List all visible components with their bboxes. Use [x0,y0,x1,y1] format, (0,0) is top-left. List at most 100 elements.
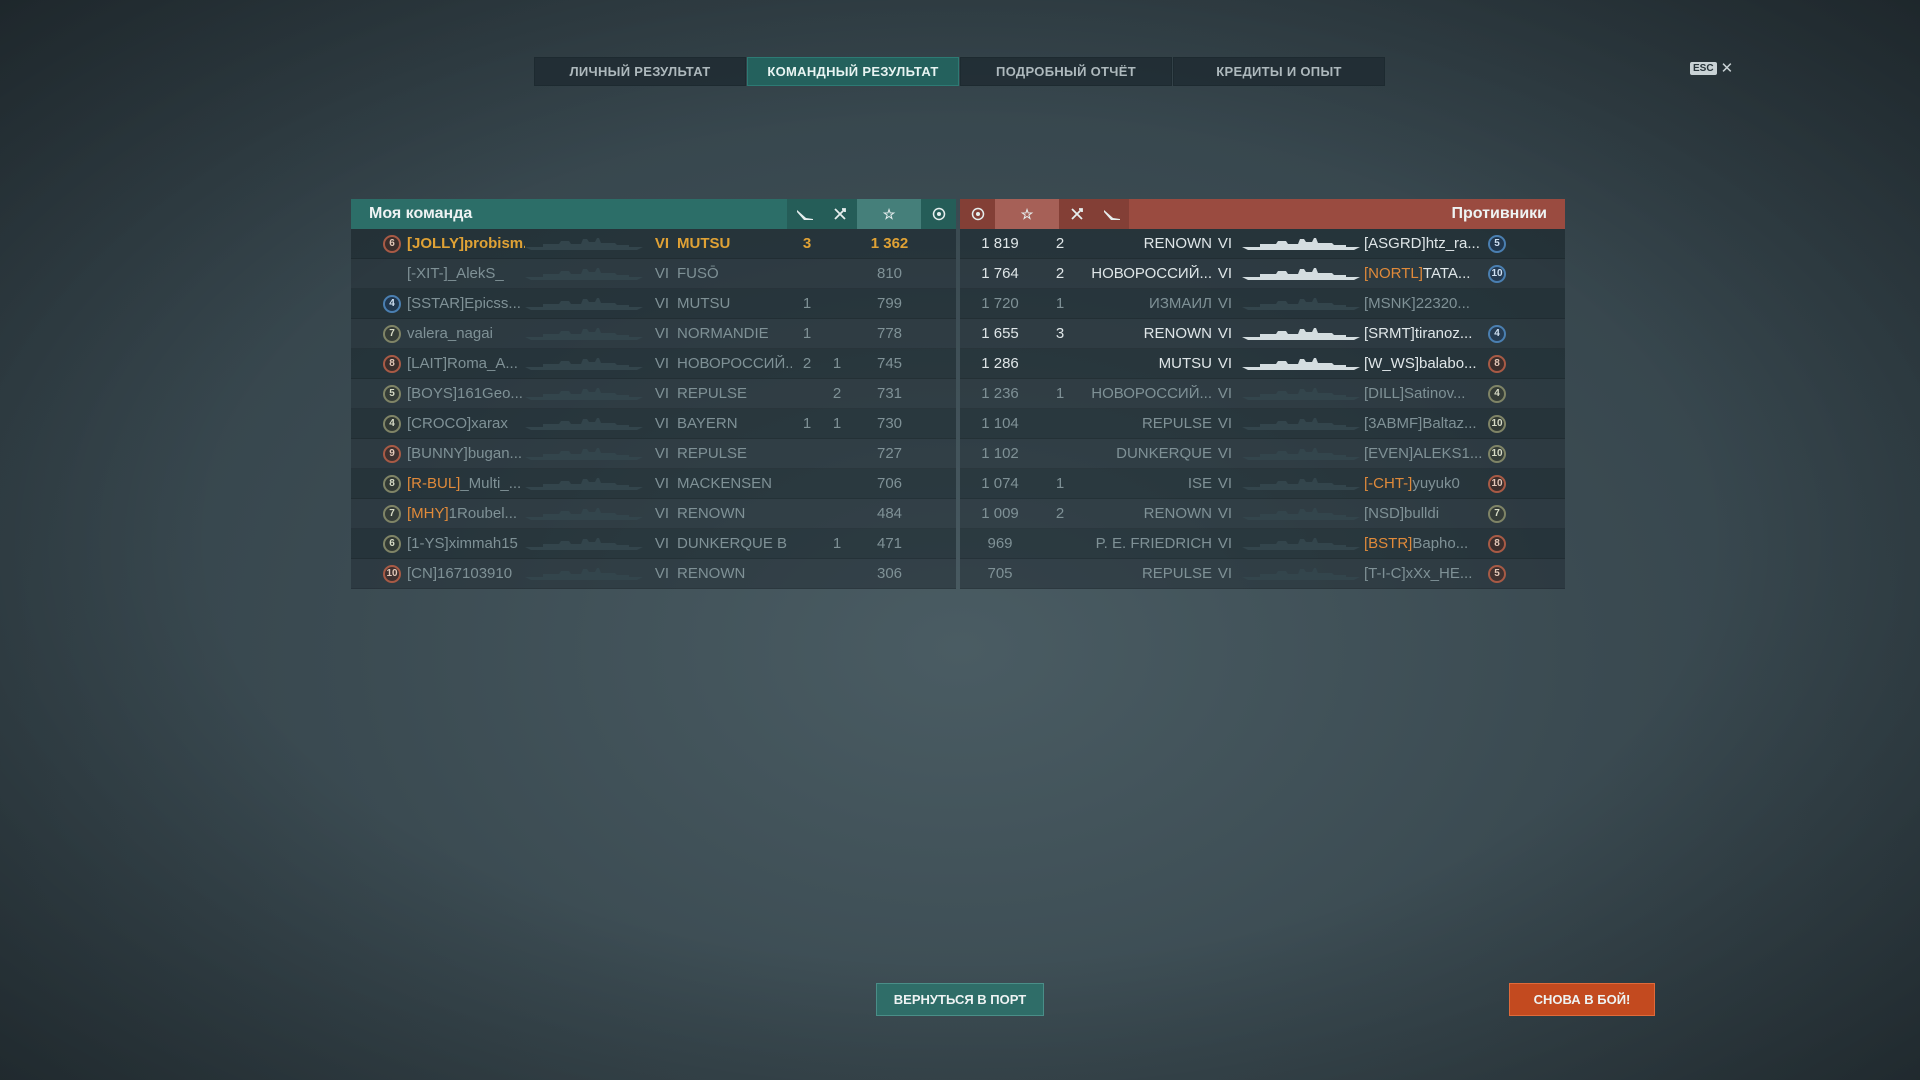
player-name-cell[interactable]: [1-YS]ximmah15 [407,535,525,552]
player-name-cell[interactable]: [NORTL]TATA... [1364,265,1482,282]
close-button[interactable]: ESC ✕ [1690,59,1733,77]
table-row[interactable]: 705 REPULSE VI [T-I-C]xXx_HE... 5 [960,559,1565,589]
rank-badge-icon: 6 [383,234,401,253]
table-row[interactable]: 8 [LAIT]Roma_A... VI НОВОРОССИЙ... 2 1 745 [351,349,956,379]
table-row[interactable]: 1 764 2 НОВОРОССИЙ... VI [NORTL]TATA... 10 [960,259,1565,289]
player-name-cell[interactable]: [BUNNY]bugan... [407,445,525,462]
player-name-cell[interactable]: [BOYS]161Geo... [407,385,525,402]
ship-tier: VI [654,475,670,492]
ship-silhouette-icon [1238,537,1364,551]
player-name-cell[interactable]: [CROCO]xarax [407,415,525,432]
table-row[interactable]: 10 [CN]167103910 VI RENOWN 306 [351,559,956,589]
kills-count: 1 [1055,385,1065,402]
clan-tag: [1-YS] [407,535,449,552]
table-row[interactable]: 7 [MHY]1Roubel... VI RENOWN 484 [351,499,956,529]
player-name-cell[interactable]: [LAIT]Roma_A... [407,355,525,372]
player-name-cell[interactable]: [ASGRD]htz_ra... [1364,235,1482,252]
table-row[interactable]: 8 [R-BUL]_Multi_... VI MACKENSEN 706 [351,469,956,499]
esc-key-label: ESC [1690,61,1717,75]
table-row[interactable]: 5 [BOYS]161Geo... VI REPULSE 2 731 [351,379,956,409]
player-name: Bapho... [1412,535,1469,552]
tab-credits-xp[interactable]: КРЕДИТЫ И ОПЫТ [1173,57,1385,86]
table-row[interactable]: 4 [SSTAR]Epicss... VI MUTSU 1 799 [351,289,956,319]
table-row[interactable]: 1 819 2 RENOWN VI [ASGRD]htz_ra... 5 [960,229,1565,259]
player-name-cell[interactable]: [MHY]1Roubel... [407,505,525,522]
player-name: _AlekS_ [447,265,504,282]
rank-badge-cell: 4 [1482,324,1512,343]
ships-destroyed-icon [822,199,857,229]
ship-name: RENOWN [1143,235,1212,252]
player-name-cell[interactable]: [EVEN]ALEKS1... [1364,445,1482,462]
ship-tier: VI [1217,445,1233,462]
ship-name: ISE [1187,475,1212,492]
ship-tier: VI [1217,385,1233,402]
tab-team-result[interactable]: КОМАНДНЫЙ РЕЗУЛЬТАТ [747,57,959,86]
rank-badge-icon: 5 [1488,234,1506,253]
ship-silhouette-icon [525,237,647,251]
player-name-cell[interactable]: [JOLLY]probism... [407,235,525,252]
ship-tier: VI [654,565,670,582]
base-xp: 484 [876,505,903,522]
player-name-cell[interactable]: [3ABMF]Baltaz... [1364,415,1482,432]
ship-tier: VI [654,265,670,282]
table-row[interactable]: 1 009 2 RENOWN VI [NSD]bulldi 7 [960,499,1565,529]
clan-tag: [JOLLY] [407,235,464,252]
ship-silhouette-icon [1238,387,1364,401]
ship-silhouette-icon [525,357,647,371]
player-name-cell[interactable]: [CN]167103910 [407,565,525,582]
table-row[interactable]: 4 [CROCO]xarax VI BAYERN 1 1 730 [351,409,956,439]
clan-tag: [W_WS] [1364,355,1419,372]
table-row[interactable]: 1 102 DUNKERQUE VI [EVEN]ALEKS1... 10 [960,439,1565,469]
player-name-cell[interactable]: [SSTAR]Epicss... [407,295,525,312]
table-row[interactable]: 9 [BUNNY]bugan... VI REPULSE 727 [351,439,956,469]
rank-badge-icon: 4 [383,294,401,313]
player-name-cell[interactable]: [-CHT-]yuyuk0 [1364,475,1482,492]
rank-badge-cell: 10 [377,564,407,583]
table-row[interactable]: 6 [1-YS]ximmah15 VI DUNKERQUE B 1 471 [351,529,956,559]
table-row[interactable]: 7 valera_nagai VI NORMANDIE 1 778 [351,319,956,349]
table-row[interactable]: 1 720 1 ИЗМАИЛ VI [MSNK]22320... [960,289,1565,319]
battle-again-button[interactable]: СНОВА В БОЙ! [1509,983,1655,1016]
table-row[interactable]: 1 286 MUTSU VI [W_WS]balabo... 8 [960,349,1565,379]
base-xp: 745 [876,355,903,372]
player-name-cell[interactable]: [-XIT-]_AlekS_ [407,265,525,282]
table-row[interactable]: 6 [JOLLY]probism... VI MUTSU 3 1 362 [351,229,956,259]
player-name-cell[interactable]: [T-I-C]xXx_HE... [1364,565,1482,582]
table-row[interactable]: 1 104 REPULSE VI [3ABMF]Baltaz... 10 [960,409,1565,439]
player-name-cell[interactable]: [MSNK]22320... [1364,295,1482,312]
clan-tag: [-XIT-] [407,265,448,282]
return-to-port-button[interactable]: ВЕРНУТЬСЯ В ПОРТ [876,983,1044,1016]
tab-detailed-report[interactable]: ПОДРОБНЫЙ ОТЧЁТ [960,57,1172,86]
ship-tier: VI [654,505,670,522]
base-xp: 727 [876,445,903,462]
rank-badge-icon: 9 [383,444,401,463]
player-name-cell[interactable]: [DILL]Satinov... [1364,385,1482,402]
ship-silhouette-icon [525,567,647,581]
rank-badge-icon: 8 [383,354,401,373]
table-row[interactable]: 1 074 1 ISE VI [-CHT-]yuyuk0 10 [960,469,1565,499]
player-name-cell[interactable]: [NSD]bulldi [1364,505,1482,522]
ship-name: FUSŌ [677,265,719,282]
player-name-cell[interactable]: [SRMT]tiranoz... [1364,325,1482,342]
tab-personal-result[interactable]: ЛИЧНЫЙ РЕЗУЛЬТАТ [534,57,746,86]
kills-count: 2 [1055,505,1065,522]
base-xp: 1 655 [981,325,1019,342]
player-name-cell[interactable]: [R-BUL]_Multi_... [407,475,525,492]
player-name: _Multi_... [460,475,522,492]
player-name-cell[interactable]: [W_WS]balabo... [1364,355,1482,372]
table-row[interactable]: [-XIT-]_AlekS_ VI FUSŌ 810 [351,259,956,289]
rank-badge-icon: 7 [1488,504,1506,523]
player-name: bulldi [1404,505,1440,522]
table-row[interactable]: 969 P. E. FRIEDRICH VI [BSTR]Bapho... 8 [960,529,1565,559]
player-name-cell[interactable]: valera_nagai [407,325,525,342]
rank-badge-cell: 5 [1482,234,1512,253]
ship-name: RENOWN [1143,505,1212,522]
player-name-cell[interactable]: [BSTR]Bapho... [1364,535,1482,552]
clan-tag: [-CHT-] [1364,475,1413,492]
table-row[interactable]: 1 236 1 НОВОРОССИЙ... VI [DILL]Satinov... 4 [960,379,1565,409]
rank-badge-cell: 4 [377,414,407,433]
ship-name: REPULSE [1141,415,1212,432]
base-xp: 471 [876,535,903,552]
table-row[interactable]: 1 655 3 RENOWN VI [SRMT]tiranoz... 4 [960,319,1565,349]
my-team-table: Моя команда ☆ 6 [JOLLY]probism... VI MUTSU 3… [351,199,956,589]
